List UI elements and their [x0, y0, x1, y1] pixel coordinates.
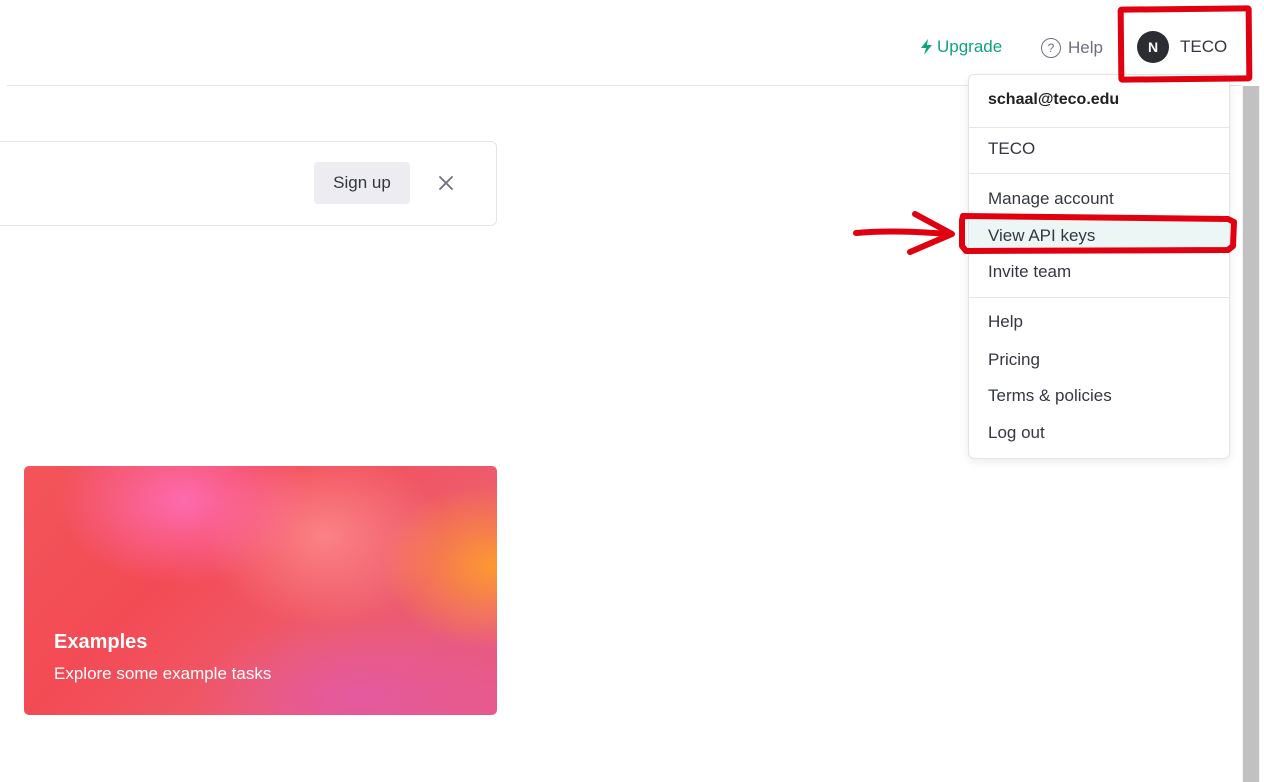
menu-divider	[969, 173, 1229, 174]
close-icon	[439, 176, 453, 190]
scrollbar-thumb[interactable]	[1243, 86, 1259, 782]
help-label: Help	[1068, 38, 1103, 57]
signup-banner	[0, 141, 497, 226]
annotation-arrowhead	[907, 211, 955, 255]
account-dropdown-menu: schaal@teco.edu TECO Manage account View…	[968, 74, 1230, 459]
annotation-arrow-shaft	[853, 228, 953, 237]
examples-card[interactable]: Examples Explore some example tasks	[24, 466, 497, 715]
examples-description: Explore some example tasks	[54, 664, 272, 683]
menu-item-invite-team[interactable]: Invite team	[969, 256, 1229, 288]
menu-item-view-api-keys[interactable]: View API keys	[969, 220, 1229, 252]
menu-item-help[interactable]: Help	[969, 306, 1229, 338]
page: Upgrade ? Help N TECO Sign up Examples E…	[0, 0, 1264, 782]
organization-item[interactable]: TECO	[969, 133, 1229, 165]
upgrade-label: Upgrade	[937, 37, 1003, 56]
account-email: schaal@teco.edu	[988, 91, 1120, 108]
menu-item-terms-policies[interactable]: Terms & policies	[969, 380, 1229, 412]
account-menu-button[interactable]: N TECO	[1137, 31, 1227, 63]
menu-item-manage-account[interactable]: Manage account	[969, 183, 1229, 215]
menu-divider	[969, 297, 1229, 298]
lightning-icon	[921, 39, 932, 55]
menu-divider	[969, 127, 1229, 128]
question-circle-icon: ?	[1041, 38, 1061, 58]
menu-item-log-out[interactable]: Log out	[969, 417, 1229, 449]
menu-item-pricing[interactable]: Pricing	[969, 344, 1229, 376]
examples-title: Examples	[54, 631, 148, 653]
upgrade-link[interactable]: Upgrade	[920, 36, 1002, 58]
banner-close-button[interactable]	[434, 171, 458, 195]
avatar: N	[1137, 31, 1169, 63]
signup-button[interactable]: Sign up	[314, 162, 410, 204]
help-link[interactable]: ? Help	[1041, 36, 1103, 60]
account-name: TECO	[1180, 37, 1228, 56]
